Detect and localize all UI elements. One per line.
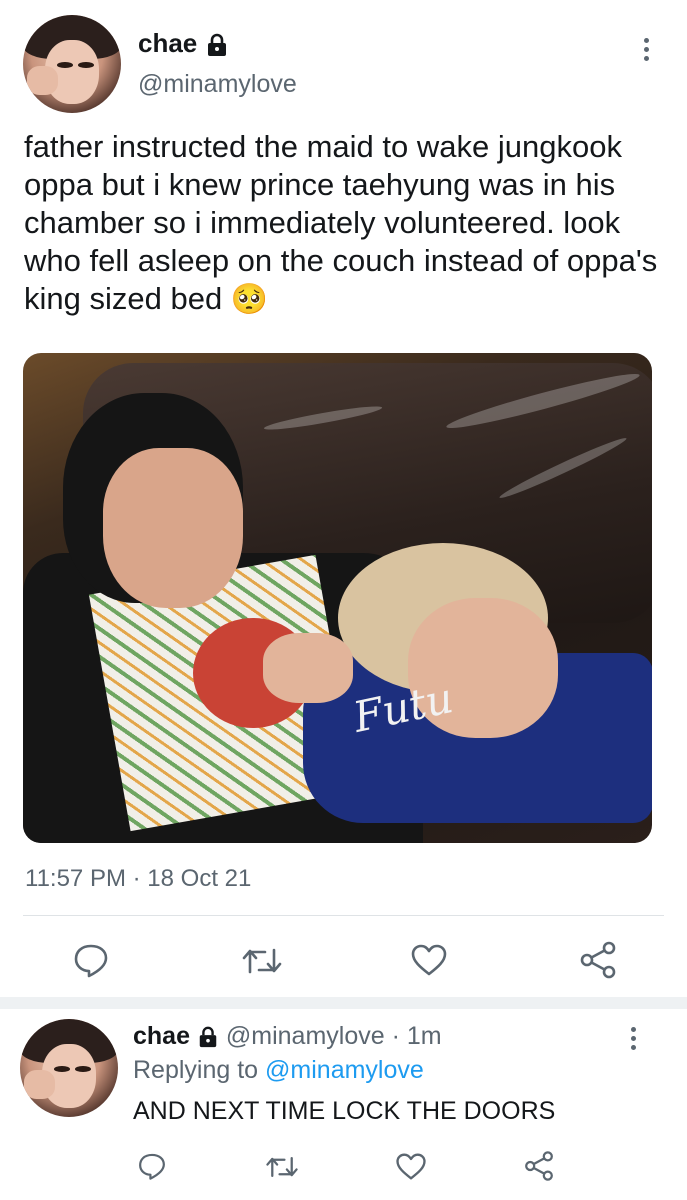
tweet-text-body: father instructed the maid to wake jungk… [24, 129, 658, 316]
reply-share-icon[interactable] [523, 1150, 555, 1182]
tweet-time: 11:57 PM [25, 865, 126, 892]
avatar[interactable] [23, 15, 121, 113]
reply-like-icon[interactable] [395, 1152, 427, 1181]
replying-to-label: Replying to [133, 1056, 259, 1084]
reply-separator: · [391, 1022, 400, 1050]
display-name[interactable]: chae [138, 28, 229, 59]
tweet-date: 18 Oct 21 [147, 865, 252, 892]
reply-display-name[interactable]: chae [133, 1022, 190, 1050]
reply-reply-icon[interactable] [137, 1151, 167, 1181]
lock-icon [207, 33, 226, 57]
tweet-text: father instructed the maid to wake jungk… [24, 128, 674, 319]
section-divider [0, 997, 687, 1009]
more-icon[interactable] [644, 38, 650, 65]
timestamp-separator: · [132, 865, 141, 892]
like-icon[interactable] [410, 943, 448, 977]
lock-icon [199, 1027, 217, 1048]
reply-more-icon[interactable] [631, 1027, 637, 1054]
retweet-icon[interactable] [241, 944, 283, 978]
reply-icon[interactable] [72, 942, 110, 978]
reply-avatar[interactable] [20, 1019, 118, 1117]
replying-to: Replying to @minamylove [133, 1056, 424, 1085]
reply-handle[interactable]: @minamylove [226, 1022, 385, 1050]
share-icon[interactable] [578, 940, 618, 980]
reply-header: chae @minamylove · 1m [133, 1022, 442, 1051]
reply-text: AND NEXT TIME LOCK THE DOORS [133, 1097, 556, 1125]
tweet-timestamp[interactable]: 11:57 PM · 18 Oct 21 [25, 865, 251, 893]
reply-age[interactable]: 1m [407, 1022, 442, 1050]
replying-to-handle[interactable]: @minamylove [265, 1056, 424, 1084]
tweet-photo[interactable]: Futu [23, 353, 652, 843]
display-name-text[interactable]: chae [138, 28, 197, 58]
handle[interactable]: @minamylove [138, 70, 297, 99]
reply-retweet-icon[interactable] [265, 1153, 299, 1181]
pleading-emoji: 🥺 [230, 283, 269, 316]
divider [23, 915, 664, 916]
